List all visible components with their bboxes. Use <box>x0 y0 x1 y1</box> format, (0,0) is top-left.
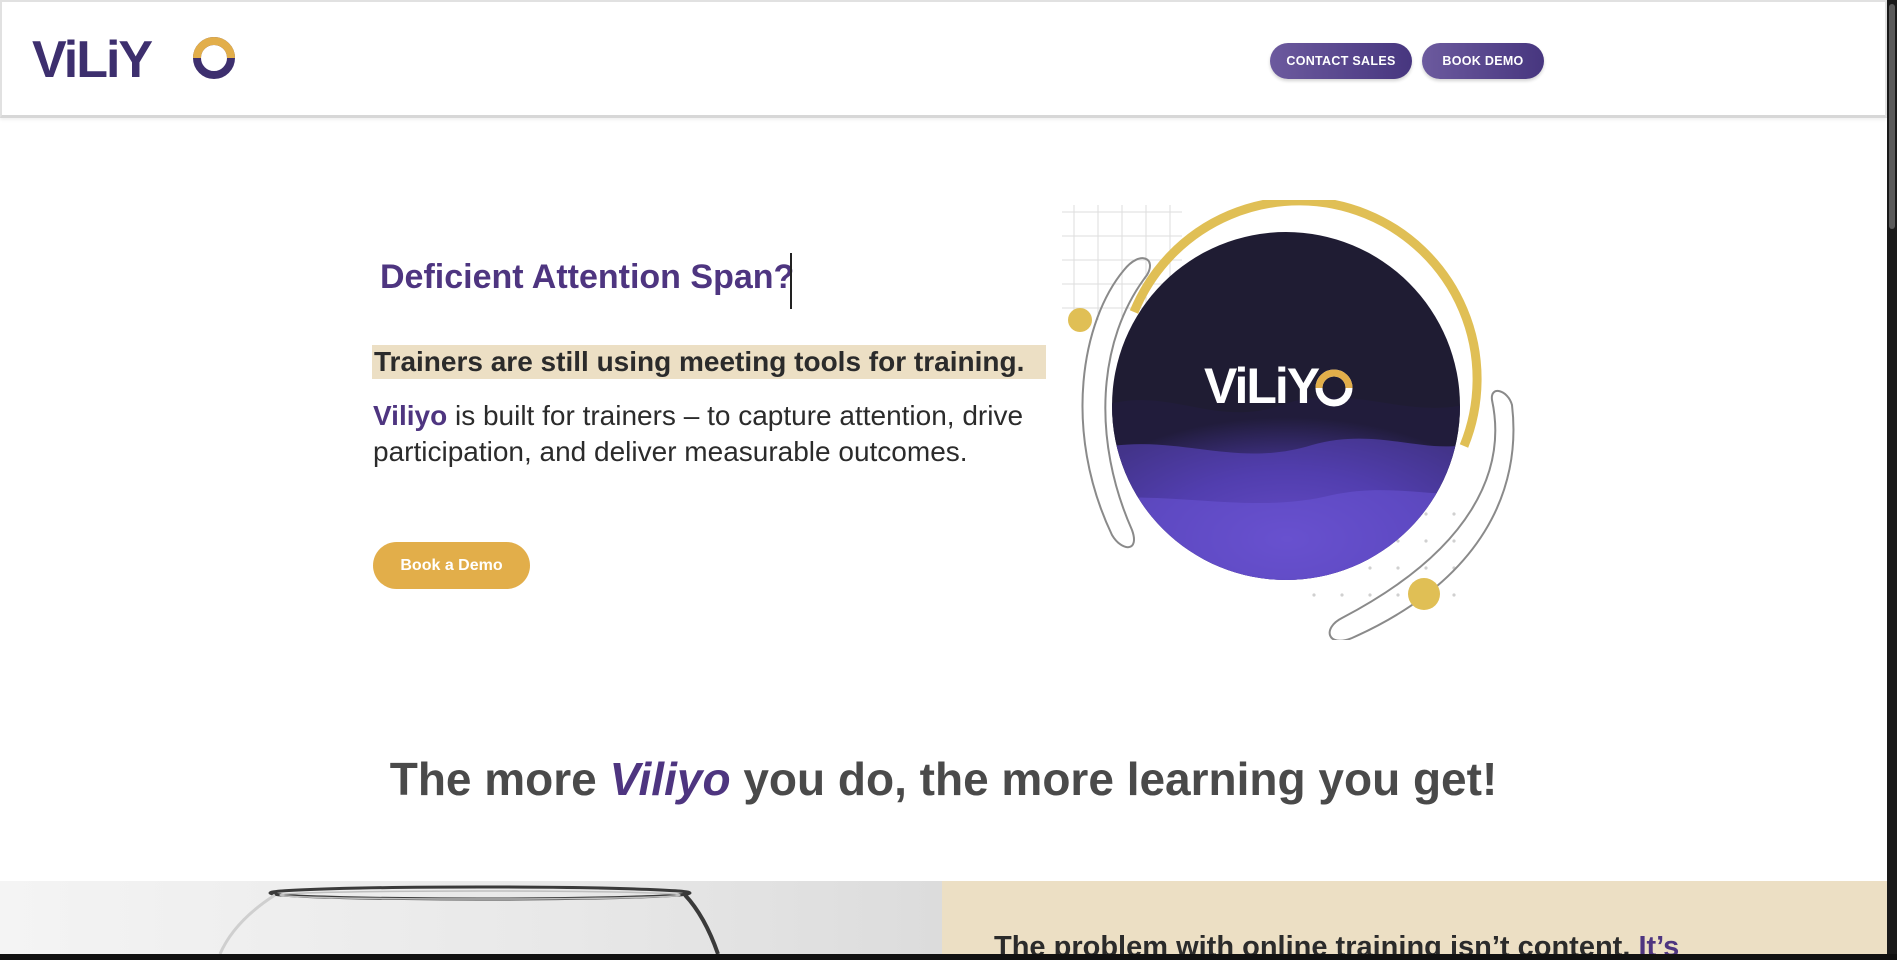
problem-text: The problem with online training isn’t c… <box>994 931 1639 954</box>
problem-accent: It’s <box>1638 931 1680 954</box>
browser-viewport: ViLiY CONTACT SALES BOOK DEMO Deficient … <box>0 0 1887 954</box>
contact-sales-button[interactable]: CONTACT SALES <box>1270 43 1412 79</box>
window-bottom-edge <box>0 954 1897 960</box>
book-demo-button[interactable]: BOOK DEMO <box>1422 43 1544 79</box>
site-header: ViLiY CONTACT SALES BOOK DEMO <box>0 0 1887 118</box>
art-logo-text: ViLiY <box>1204 358 1320 414</box>
hero-description-text: is built for trainers – to capture atten… <box>373 400 1024 467</box>
svg-text:ViLiY: ViLiY <box>32 32 152 87</box>
tagline-after: you do, the more learning you get! <box>730 753 1498 805</box>
typing-caret <box>790 253 792 309</box>
tagline-brand: Viliyo <box>609 753 731 805</box>
book-a-demo-button[interactable]: Book a Demo <box>373 542 530 589</box>
problem-statement: The problem with online training isn’t c… <box>994 931 1679 954</box>
hero-subtitle: Trainers are still using meeting tools f… <box>374 346 1025 377</box>
purple-wave <box>1112 397 1460 580</box>
fishbowl-graphic <box>218 885 720 954</box>
hero-title: Deficient Attention Span? <box>380 258 795 296</box>
section-tagline: The more Viliyo you do, the more learnin… <box>0 752 1887 806</box>
fishbowl-image <box>0 881 942 954</box>
brand-name: Viliyo <box>373 400 448 431</box>
gold-dot-top <box>1068 308 1092 332</box>
gold-dot-bottom <box>1408 578 1440 610</box>
viliyo-logo[interactable]: ViLiY <box>32 32 237 87</box>
tagline-before: The more <box>389 753 610 805</box>
hero-illustration: ViLiY <box>1062 200 1515 640</box>
scrollbar-thumb[interactable] <box>1889 4 1895 229</box>
problem-panel: The problem with online training isn’t c… <box>942 881 1887 954</box>
hero-description: Viliyo is built for trainers – to captur… <box>373 398 1043 470</box>
